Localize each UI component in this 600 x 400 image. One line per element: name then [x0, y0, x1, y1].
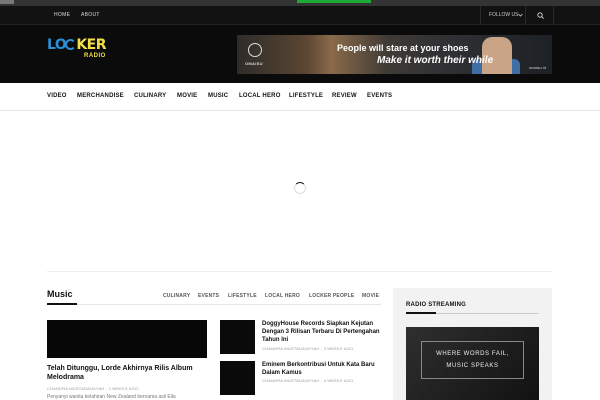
category-video[interactable]: VIDEO — [47, 93, 67, 99]
featured-post-image[interactable] — [47, 320, 207, 358]
list-item: Eminem Berkontribusi Untuk Kata Baru Dal… — [220, 361, 380, 395]
sidebar-rule-accent — [406, 312, 436, 314]
radio-card-line1: WHERE WORDS FAIL, — [436, 351, 509, 357]
post-thumbnail[interactable] — [220, 320, 255, 354]
ad-headline: People will stare at your shoes — [337, 43, 469, 53]
radio-card-line2: MUSIC SPEAKS — [446, 363, 499, 369]
music-section-rule — [47, 303, 381, 305]
search-button[interactable] — [527, 6, 554, 25]
radio-streaming-card[interactable]: WHERE WORDS FAIL, MUSIC SPEAKS — [406, 327, 539, 400]
sidebar-widget: RADIO STREAMING WHERE WORDS FAIL, MUSIC … — [393, 288, 552, 400]
logo-word-lo: LO — [47, 37, 67, 53]
ad-tagline: Make it worth their while — [377, 55, 494, 66]
logo-c-ring-icon — [65, 39, 77, 50]
music-tab-lifestyle[interactable]: LIFESTYLE — [228, 293, 257, 299]
music-tab-local-hero[interactable]: LOCAL HERO — [265, 293, 300, 299]
list-item: DoggyHouse Records Siapkan Kejutan Denga… — [220, 320, 380, 354]
ad-brand-logo-icon — [248, 43, 262, 57]
featured-post-excerpt: Penyanyi wanita kelahiran New Zealand be… — [47, 394, 176, 400]
site-header: LO KER RADIO OMAISU People will stare at … — [0, 25, 600, 83]
nav-link-home[interactable]: HOME — [54, 12, 70, 18]
post-meta: CHANDRA MUSTADANSYAH - 4 WEEKS AGO — [262, 378, 354, 383]
category-local-hero[interactable]: LOCAL HERO — [239, 93, 281, 99]
post-meta: CHANDRA MUSTADANSYAH - 3 WEEKS AGO — [262, 346, 354, 351]
top-navigation: HOME ABOUT FOLLOW US — [0, 6, 600, 25]
post-title[interactable]: Eminem Berkontribusi Untuk Kata Baru Dal… — [262, 361, 384, 377]
follow-us-label: FOLLOW US — [489, 12, 519, 18]
music-tab-culinary[interactable]: CULINARY — [163, 293, 190, 299]
loading-spinner-icon — [294, 182, 306, 194]
featured-post-title[interactable]: Telah Ditunggu, Lorde Akhirnya Rilis Alb… — [47, 364, 212, 382]
post-thumbnail[interactable] — [220, 361, 255, 395]
section-divider — [47, 271, 552, 272]
category-events[interactable]: EVENTS — [367, 93, 392, 99]
advertisement-banner[interactable]: OMAISU People will stare at your shoes M… — [237, 35, 552, 74]
category-lifestyle[interactable]: LIFESTYLE — [289, 93, 323, 99]
music-tab-locker-people[interactable]: LOCKER PEOPLE — [309, 293, 354, 299]
nav-link-about[interactable]: ABOUT — [81, 12, 100, 18]
follow-us-dropdown[interactable]: FOLLOW US — [480, 6, 526, 25]
sidebar-rule — [406, 312, 539, 314]
music-tab-movie[interactable]: MOVIE — [362, 293, 379, 299]
category-review[interactable]: REVIEW — [332, 93, 357, 99]
logo-word-ker: KER — [76, 37, 107, 53]
site-logo[interactable]: LO KER RADIO — [47, 37, 117, 67]
category-movie[interactable]: MOVIE — [177, 93, 197, 99]
chevron-down-icon — [518, 13, 523, 17]
post-title[interactable]: DoggyHouse Records Siapkan Kejutan Denga… — [262, 320, 384, 344]
music-section-title: Music — [47, 289, 73, 299]
top-strip-chip — [0, 0, 14, 4]
category-culinary[interactable]: CULINARY — [134, 93, 166, 99]
category-music[interactable]: MUSIC — [208, 93, 228, 99]
radio-card-frame: WHERE WORDS FAIL, MUSIC SPEAKS — [421, 341, 524, 379]
category-merchandise[interactable]: MERCHANDISE — [77, 93, 124, 99]
sidebar-title: RADIO STREAMING — [406, 302, 466, 308]
logo-subtitle: RADIO — [84, 53, 106, 59]
category-navigation: VIDEO MERCHANDISE CULINARY MOVIE MUSIC L… — [0, 83, 600, 111]
top-accent-bar — [297, 0, 371, 3]
search-icon — [537, 12, 544, 19]
ad-url: omaisu.id — [528, 65, 546, 70]
music-tab-events[interactable]: EVENTS — [198, 293, 219, 299]
music-section-rule-accent — [47, 303, 77, 305]
ad-brand-name: OMAISU — [245, 61, 263, 66]
featured-post-meta: CHANDRA MUSTADANSYAH - 2 WEEKS AGO — [47, 386, 139, 391]
